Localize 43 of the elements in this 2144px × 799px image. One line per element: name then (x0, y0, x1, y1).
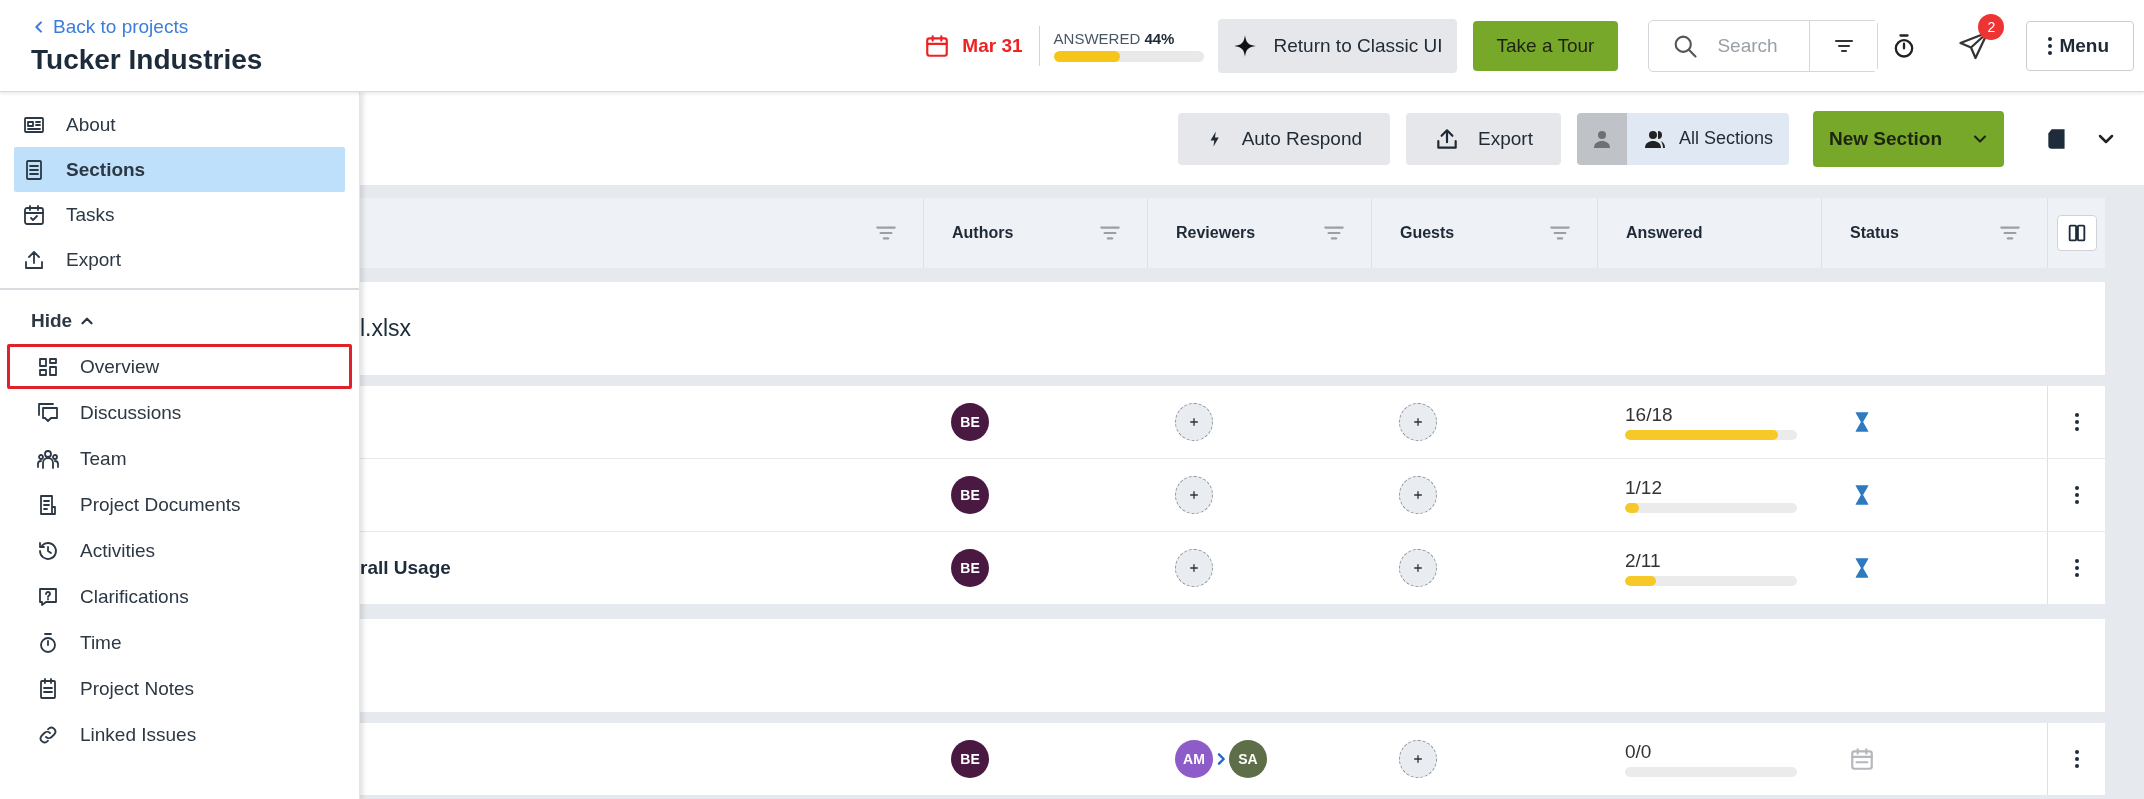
column-label: Guests (1400, 224, 1455, 242)
auto-respond-button[interactable]: Auto Respond (1177, 112, 1391, 165)
sidebar-item[interactable]: Discussions (7, 390, 352, 435)
sidebar-item[interactable]: Team (7, 436, 352, 481)
export-button[interactable]: Export (1406, 112, 1561, 165)
new-section-button[interactable]: New Section (1813, 110, 2004, 167)
sidebar-item[interactable]: Activities (7, 528, 352, 573)
column-label: Answered (1626, 224, 1703, 242)
sidebar-item[interactable]: Sections (14, 147, 345, 192)
column-label: Reviewers (1176, 224, 1256, 242)
sidebar-item[interactable]: Linked Issues (7, 712, 352, 757)
sidebar-item[interactable]: Time (7, 620, 352, 665)
back-link[interactable]: Back to projects (31, 15, 263, 38)
answered-count: 16/18 (1625, 404, 1673, 426)
classic-ui-button[interactable]: Return to Classic UI (1217, 18, 1457, 73)
answered-count: 1/12 (1625, 477, 1662, 499)
due-date: Mar 31 (962, 34, 1023, 57)
answered-count: 0/0 (1625, 741, 1652, 763)
sidebar-item[interactable]: Overview (7, 344, 352, 389)
answered-label: ANSWERED 44% (1053, 29, 1176, 47)
sections-filter-button[interactable]: All Sections (1626, 112, 1789, 165)
answered-count: 2/11 (1625, 550, 1661, 572)
section-title[interactable]: rall Usage (360, 557, 451, 579)
avatar: BE (951, 740, 989, 778)
sidebar-item[interactable]: Tasks (14, 192, 345, 237)
avatar: AM (1175, 740, 1213, 778)
sidebar-item[interactable]: Project Notes (7, 666, 352, 711)
sidebar-item[interactable]: Clarifications (7, 574, 352, 619)
column-label: Status (1850, 224, 1899, 242)
group-title: l.xlsx (360, 315, 412, 342)
column-label: Authors (952, 224, 1014, 242)
avatar: BE (951, 476, 989, 514)
notification-badge: 2 (1978, 13, 2005, 40)
avatar: BE (951, 403, 989, 441)
hide-toggle[interactable]: Hide (31, 306, 97, 336)
sidebar-item[interactable]: Export (14, 237, 345, 282)
sidebar-item[interactable]: Project Documents (7, 482, 352, 527)
avatar: SA (1229, 740, 1267, 778)
project-title: Tucker Industries (31, 43, 263, 76)
tour-button[interactable]: Take a Tour (1472, 20, 1619, 71)
avatar: BE (951, 549, 989, 587)
sidebar-item[interactable]: About (14, 102, 345, 147)
menu-button[interactable]: Menu (2026, 20, 2134, 71)
